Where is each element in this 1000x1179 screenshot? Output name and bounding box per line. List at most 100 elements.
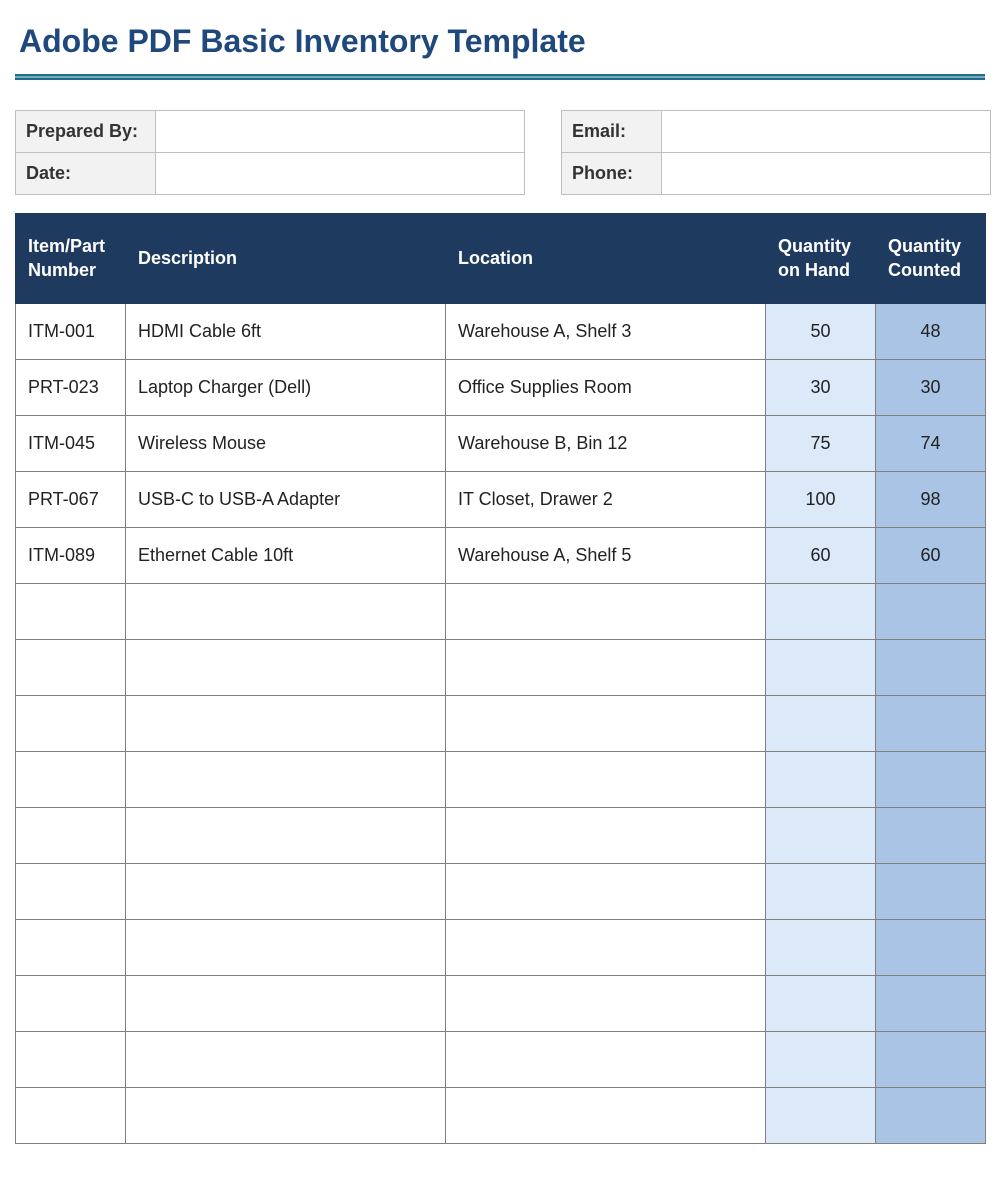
cell-part[interactable]: PRT-023 [16, 359, 126, 415]
table-row: PRT-023Laptop Charger (Dell)Office Suppl… [16, 359, 986, 415]
table-row [16, 583, 986, 639]
cell-qc[interactable] [876, 975, 986, 1031]
cell-qoh[interactable] [766, 919, 876, 975]
cell-qoh[interactable]: 30 [766, 359, 876, 415]
cell-loc[interactable] [446, 1087, 766, 1143]
cell-desc[interactable]: HDMI Cable 6ft [126, 303, 446, 359]
cell-qoh[interactable] [766, 807, 876, 863]
cell-desc[interactable] [126, 975, 446, 1031]
cell-part[interactable] [16, 695, 126, 751]
cell-loc[interactable] [446, 583, 766, 639]
email-label: Email: [562, 111, 662, 153]
cell-desc[interactable] [126, 639, 446, 695]
cell-desc[interactable] [126, 583, 446, 639]
cell-qoh[interactable]: 50 [766, 303, 876, 359]
cell-part[interactable] [16, 863, 126, 919]
meta-left-table: Prepared By: Date: [15, 110, 525, 195]
cell-desc[interactable] [126, 919, 446, 975]
cell-part[interactable] [16, 639, 126, 695]
cell-qc[interactable]: 74 [876, 415, 986, 471]
page-title: Adobe PDF Basic Inventory Template [19, 23, 985, 60]
cell-qc[interactable] [876, 751, 986, 807]
cell-loc[interactable] [446, 639, 766, 695]
phone-label: Phone: [562, 153, 662, 195]
table-row [16, 695, 986, 751]
cell-desc[interactable]: Laptop Charger (Dell) [126, 359, 446, 415]
cell-qoh[interactable] [766, 751, 876, 807]
col-header-part: Item/Part Number [16, 214, 126, 304]
cell-qoh[interactable] [766, 863, 876, 919]
table-header-row: Item/Part Number Description Location Qu… [16, 214, 986, 304]
cell-loc[interactable] [446, 975, 766, 1031]
cell-part[interactable]: ITM-089 [16, 527, 126, 583]
cell-qc[interactable]: 60 [876, 527, 986, 583]
cell-qoh[interactable] [766, 639, 876, 695]
cell-part[interactable]: ITM-001 [16, 303, 126, 359]
cell-loc[interactable] [446, 919, 766, 975]
table-row [16, 751, 986, 807]
table-row [16, 975, 986, 1031]
table-row [16, 863, 986, 919]
phone-field[interactable] [662, 153, 991, 195]
cell-desc[interactable] [126, 695, 446, 751]
cell-qc[interactable] [876, 863, 986, 919]
cell-qoh[interactable] [766, 1087, 876, 1143]
cell-desc[interactable] [126, 807, 446, 863]
cell-loc[interactable]: Warehouse B, Bin 12 [446, 415, 766, 471]
cell-part[interactable] [16, 807, 126, 863]
cell-part[interactable] [16, 1087, 126, 1143]
cell-qoh[interactable] [766, 1031, 876, 1087]
table-row: ITM-001HDMI Cable 6ftWarehouse A, Shelf … [16, 303, 986, 359]
cell-part[interactable] [16, 919, 126, 975]
table-row [16, 1031, 986, 1087]
cell-qc[interactable] [876, 1087, 986, 1143]
cell-qoh[interactable] [766, 583, 876, 639]
cell-part[interactable] [16, 583, 126, 639]
cell-qoh[interactable]: 75 [766, 415, 876, 471]
cell-loc[interactable] [446, 1031, 766, 1087]
cell-part[interactable]: ITM-045 [16, 415, 126, 471]
cell-qc[interactable] [876, 1031, 986, 1087]
cell-loc[interactable]: Office Supplies Room [446, 359, 766, 415]
cell-desc[interactable]: Wireless Mouse [126, 415, 446, 471]
cell-qc[interactable] [876, 807, 986, 863]
cell-part[interactable] [16, 975, 126, 1031]
cell-qoh[interactable] [766, 975, 876, 1031]
cell-loc[interactable]: Warehouse A, Shelf 3 [446, 303, 766, 359]
cell-desc[interactable] [126, 751, 446, 807]
cell-qc[interactable]: 48 [876, 303, 986, 359]
cell-loc[interactable] [446, 863, 766, 919]
cell-desc[interactable]: USB-C to USB-A Adapter [126, 471, 446, 527]
cell-qoh[interactable]: 100 [766, 471, 876, 527]
table-row [16, 1087, 986, 1143]
cell-qoh[interactable]: 60 [766, 527, 876, 583]
inventory-table: Item/Part Number Description Location Qu… [15, 213, 986, 1144]
email-field[interactable] [662, 111, 991, 153]
cell-part[interactable] [16, 1031, 126, 1087]
cell-desc[interactable] [126, 1087, 446, 1143]
date-field[interactable] [156, 153, 525, 195]
table-row [16, 919, 986, 975]
cell-loc[interactable]: IT Closet, Drawer 2 [446, 471, 766, 527]
cell-part[interactable]: PRT-067 [16, 471, 126, 527]
cell-qc[interactable] [876, 583, 986, 639]
cell-loc[interactable]: Warehouse A, Shelf 5 [446, 527, 766, 583]
cell-loc[interactable] [446, 751, 766, 807]
cell-qc[interactable]: 30 [876, 359, 986, 415]
cell-part[interactable] [16, 751, 126, 807]
cell-qc[interactable]: 98 [876, 471, 986, 527]
table-row: PRT-067USB-C to USB-A AdapterIT Closet, … [16, 471, 986, 527]
cell-qc[interactable] [876, 695, 986, 751]
cell-qc[interactable] [876, 919, 986, 975]
table-row: ITM-045Wireless MouseWarehouse B, Bin 12… [16, 415, 986, 471]
cell-qoh[interactable] [766, 695, 876, 751]
cell-desc[interactable]: Ethernet Cable 10ft [126, 527, 446, 583]
cell-desc[interactable] [126, 863, 446, 919]
cell-loc[interactable] [446, 807, 766, 863]
col-header-qoh: Quantity on Hand [766, 214, 876, 304]
cell-loc[interactable] [446, 695, 766, 751]
cell-desc[interactable] [126, 1031, 446, 1087]
date-label: Date: [16, 153, 156, 195]
cell-qc[interactable] [876, 639, 986, 695]
prepared-by-field[interactable] [156, 111, 525, 153]
